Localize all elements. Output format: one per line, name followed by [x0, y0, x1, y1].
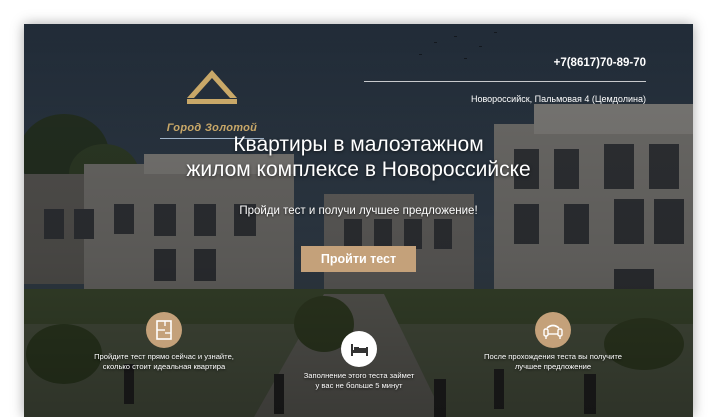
- feature-icon-circle-2: [341, 331, 377, 367]
- bed-icon: [351, 344, 368, 356]
- feature-2-line-2: у вас не больше 5 минут: [315, 381, 403, 390]
- feature-text-2: Заполнение этого теста займет у вас не б…: [264, 371, 454, 391]
- house-roof-logo-icon: [187, 70, 237, 104]
- company-logo[interactable]: Город Золотой: [154, 58, 270, 142]
- take-test-button[interactable]: Пройти тест: [301, 246, 416, 272]
- hero-title-line-2: жилом комплексе в Новороссийске: [186, 158, 531, 181]
- phone-number[interactable]: +7(8617)70-89-70: [554, 57, 646, 69]
- feature-1-line-1: Пройдите тест прямо сейчас и узнайте,: [94, 352, 234, 361]
- feature-2-line-1: Заполнение этого теста займет: [303, 371, 415, 380]
- hero-title-line-1: Квартиры в малоэтажном: [233, 133, 484, 156]
- feature-3-line-2: лучшее предложение: [514, 362, 592, 371]
- feature-text-3: После прохождения теста вы получите лучш…: [458, 352, 648, 372]
- landing-page: Город Золотой +7(8617)70-89-70 Новоросси…: [24, 24, 693, 417]
- header-divider: [364, 81, 646, 82]
- floor-plan-icon: [156, 320, 172, 340]
- feature-icon-circle-3: [535, 312, 571, 348]
- feature-3-line-1: После прохождения теста вы получите: [484, 352, 622, 361]
- feature-1-line-2: сколько стоит идеальная квартира: [102, 362, 226, 371]
- address: Новороссийск, Пальмовая 4 (Цемдолина): [470, 94, 646, 104]
- feature-icon-circle-1: [146, 312, 182, 348]
- hero-subtitle: Пройди тест и получи лучшее предложение!: [239, 205, 478, 217]
- sofa-icon: [543, 324, 563, 339]
- hero-title: Квартиры в малоэтажном жилом комплексе в…: [24, 132, 693, 182]
- feature-text-1: Пройдите тест прямо сейчас и узнайте, ск…: [69, 352, 259, 372]
